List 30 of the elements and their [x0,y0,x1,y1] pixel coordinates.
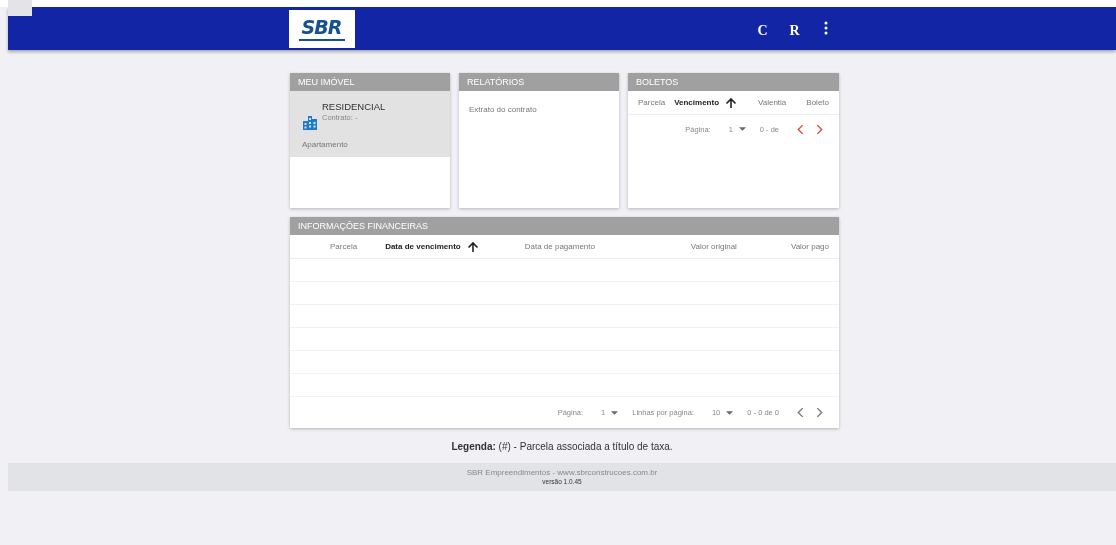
column-header[interactable]: Valentia [758,98,787,107]
column-header[interactable]: Valor pago [790,242,829,251]
more-options-icon[interactable] [823,20,830,35]
card-header: RELATÓRIOS [459,73,619,91]
legend-text: Legenda: (#) - Parcela associada a título de taxa. [450,441,674,452]
card-header: INFORMAÇÕES FINANCEIRAS [290,217,839,235]
building-icon [302,114,318,130]
column-header[interactable]: Boleto [806,98,829,107]
column-header[interactable]: Parcela [330,242,358,251]
report-link[interactable]: Extrato do contrato [469,105,537,114]
caret-icon [738,127,746,131]
chevron-left-icon[interactable] [797,123,804,135]
column-header[interactable]: Data de pagamento [524,242,595,251]
chevron-right-icon[interactable] [816,123,823,135]
company-logo[interactable]: SBR [288,9,355,48]
sort-arrow-icon [725,96,738,109]
card-header: MEU IMÓVEL [290,73,450,91]
menu-button[interactable]: C [753,22,772,39]
menu-button[interactable]: R [785,22,804,39]
caret-icon [611,410,619,415]
column-header[interactable]: Data de vencimento [385,240,479,253]
caret-icon [726,410,734,415]
footer-text: SBR Empreendimentos - www.sbrconstrucoes.com.br [465,468,659,477]
column-header[interactable]: Parcela [638,98,666,107]
column-header[interactable]: Valor original [690,242,737,251]
sort-arrow-icon [466,240,479,253]
column-header[interactable]: Vencimento [674,96,738,109]
property-type: Apartamento [302,140,349,149]
property-name: RESIDENCIAL [322,101,386,112]
card-header: BOLETOS [628,73,839,91]
